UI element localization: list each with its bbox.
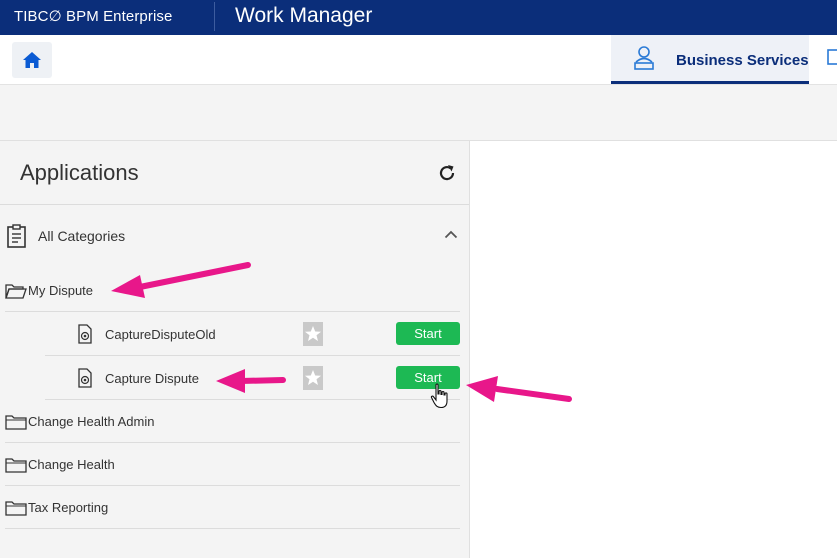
all-categories-label: All Categories — [38, 228, 126, 244]
favorite-star-icon[interactable] — [303, 366, 323, 390]
folder-icon — [5, 501, 27, 516]
panel-header: Applications — [0, 141, 469, 205]
folder-row-tax-reporting[interactable]: Tax Reporting — [5, 486, 460, 529]
tab-business-services[interactable]: Business Services — [611, 35, 809, 84]
refresh-icon[interactable] — [437, 163, 457, 183]
clipboard-list-icon — [7, 224, 26, 248]
person-desk-icon — [634, 46, 654, 70]
hand-cursor-icon — [430, 383, 448, 409]
folder-label: Change Health Admin — [28, 414, 155, 429]
folder-open-icon — [5, 284, 27, 299]
folder-label: My Dispute — [28, 283, 94, 298]
brand-divider — [214, 2, 215, 31]
all-categories-row[interactable]: All Categories — [0, 205, 469, 261]
folder-row-change-health[interactable]: Change Health — [5, 443, 460, 486]
home-button[interactable] — [12, 42, 52, 78]
home-icon — [23, 52, 41, 68]
top-bar: TIBC∅ BPM Enterprise Work Manager — [0, 0, 837, 35]
nav-bar: Business Services — [0, 35, 837, 85]
annotation-arrow-icon — [466, 376, 572, 402]
panel-title: Applications — [20, 160, 139, 185]
process-file-icon — [78, 324, 92, 344]
process-row: CaptureDisputeOld Start — [45, 312, 460, 356]
annotation-arrow-icon — [111, 262, 251, 298]
start-button[interactable]: Start — [396, 322, 460, 345]
toolbar-band — [0, 85, 837, 141]
applications-panel: Applications All Categories My Dispute C… — [0, 141, 470, 558]
folder-label: Tax Reporting — [28, 500, 109, 515]
folder-row-change-health-admin[interactable]: Change Health Admin — [5, 400, 460, 443]
folder-icon — [5, 415, 27, 430]
process-label: Capture Dispute — [105, 371, 199, 386]
favorite-star-icon[interactable] — [303, 322, 323, 346]
brand-logo: TIBC∅ BPM Enterprise — [14, 8, 173, 25]
annotation-arrow-icon — [216, 369, 286, 393]
process-label: CaptureDisputeOld — [105, 327, 216, 342]
start-button[interactable]: Start — [396, 366, 460, 389]
folder-icon — [5, 458, 27, 473]
chevron-up-icon[interactable] — [444, 230, 458, 239]
app-title: Work Manager — [235, 4, 373, 27]
calendar-icon[interactable] — [827, 48, 837, 66]
process-file-icon — [78, 368, 92, 388]
tab-label: Business Services — [676, 52, 809, 69]
folder-label: Change Health — [28, 457, 115, 472]
